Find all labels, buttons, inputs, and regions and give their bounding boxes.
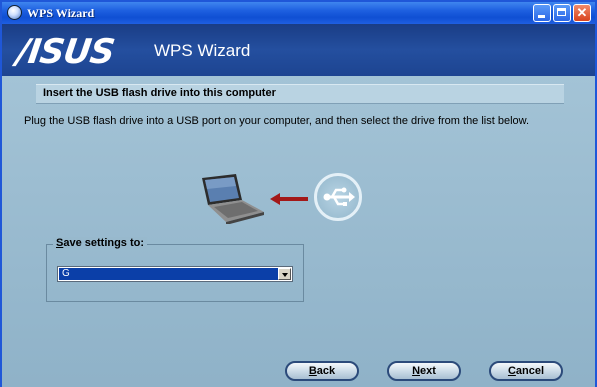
maximize-icon <box>557 8 566 16</box>
next-button[interactable]: Next <box>387 361 461 381</box>
window-title: WPS Wizard <box>27 6 95 20</box>
save-settings-label: Save settings to: <box>53 237 148 249</box>
dropdown-arrow-icon[interactable] <box>278 268 291 280</box>
cancel-label: ancel <box>515 365 545 377</box>
save-settings-group: Save settings to: G <box>46 237 304 302</box>
back-label: ack <box>316 365 336 377</box>
arrow-left-icon <box>270 192 310 210</box>
wizard-content: Insert the USB flash drive into this com… <box>2 76 595 387</box>
header-banner: /ISUS WPS Wizard <box>2 24 595 76</box>
drive-select-value: G <box>59 268 278 280</box>
cancel-button[interactable]: Cancel <box>489 361 563 381</box>
asus-logo: /ISUS <box>14 32 117 72</box>
minimize-button[interactable] <box>533 4 551 22</box>
wps-wizard-window: WPS Wizard ✕ /ISUS WPS Wizard Insert the… <box>0 0 597 387</box>
maximize-button[interactable] <box>553 4 571 22</box>
back-button[interactable]: Back <box>285 361 359 381</box>
title-bar[interactable]: WPS Wizard ✕ <box>2 2 595 24</box>
next-mnemonic: N <box>412 365 421 377</box>
close-button[interactable]: ✕ <box>573 4 591 22</box>
close-icon: ✕ <box>576 5 588 20</box>
laptop-icon <box>198 174 268 229</box>
section-title: Insert the USB flash drive into this com… <box>43 87 276 99</box>
usb-icon <box>314 173 362 221</box>
cancel-mnemonic: C <box>507 365 516 377</box>
back-mnemonic: B <box>308 365 317 377</box>
app-icon[interactable] <box>7 5 22 20</box>
header-title: WPS Wizard <box>154 41 251 60</box>
next-label: ext <box>420 365 436 377</box>
section-header: Insert the USB flash drive into this com… <box>36 84 564 104</box>
drive-select[interactable]: G <box>57 266 293 282</box>
save-settings-label-text: ave settings to: <box>63 237 145 249</box>
instructions-text: Plug the USB flash drive into a USB port… <box>24 115 530 127</box>
minimize-icon <box>538 15 545 18</box>
